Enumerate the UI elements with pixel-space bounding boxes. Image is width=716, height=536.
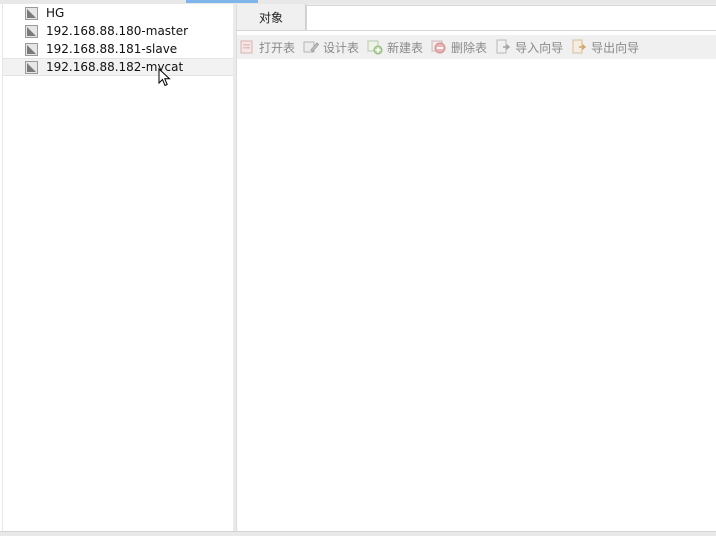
new-table-label: 新建表	[387, 40, 424, 55]
active-tab-indicator	[186, 0, 258, 3]
new-table-icon	[367, 40, 383, 55]
tab-objects[interactable]: 对象	[237, 4, 306, 30]
delete-table-button[interactable]: 删除表	[431, 37, 487, 57]
connection-label: 192.168.88.181-slave	[46, 42, 178, 56]
tab-bar: 对象	[237, 4, 716, 31]
connection-label: 192.168.88.180-master	[46, 24, 189, 38]
import-wizard-button[interactable]: 导入向导	[495, 37, 563, 57]
import-icon	[496, 39, 511, 54]
delete-table-label: 删除表	[451, 40, 488, 55]
mouse-cursor-icon	[158, 68, 171, 87]
connection-icon	[25, 24, 38, 38]
open-table-button[interactable]: 打开表	[239, 37, 295, 57]
delete-table-icon	[431, 40, 446, 54]
status-bar	[0, 531, 716, 536]
open-table-icon	[240, 40, 253, 54]
connection-item-hg[interactable]: HG	[3, 4, 234, 22]
connection-item-master[interactable]: 192.168.88.180-master	[3, 22, 234, 40]
connection-item-slave[interactable]: 192.168.88.181-slave	[3, 40, 234, 58]
design-table-button[interactable]: 设计表	[303, 37, 359, 57]
export-wizard-button[interactable]: 导出向导	[571, 37, 639, 57]
design-table-icon	[303, 41, 320, 53]
object-toolbar: 打开表 设计表 新建表 删除表 导入向导 导出向导	[237, 35, 716, 59]
main-pane: 对象 打开表 设计表 新建表 删除表 导入向导 导出向导	[237, 4, 716, 531]
design-table-label: 设计表	[323, 40, 360, 55]
import-wizard-label: 导入向导	[515, 40, 564, 55]
connection-item-mycat[interactable]: 192.168.88.182-mycat	[3, 58, 234, 76]
export-icon	[572, 39, 587, 54]
tab-label: 对象	[258, 10, 283, 25]
connection-icon	[25, 60, 38, 74]
new-table-button[interactable]: 新建表	[367, 37, 423, 57]
export-wizard-label: 导出向导	[591, 40, 640, 55]
connection-tree: HG 192.168.88.180-master 192.168.88.181-…	[2, 4, 235, 531]
connection-label: HG	[46, 6, 65, 20]
connection-icon	[25, 6, 38, 20]
tab-bar-empty	[306, 5, 716, 30]
connection-icon	[25, 42, 38, 56]
app-window: HG 192.168.88.180-master 192.168.88.181-…	[0, 0, 716, 536]
object-list-area[interactable]	[237, 60, 716, 531]
open-table-label: 打开表	[259, 40, 296, 55]
